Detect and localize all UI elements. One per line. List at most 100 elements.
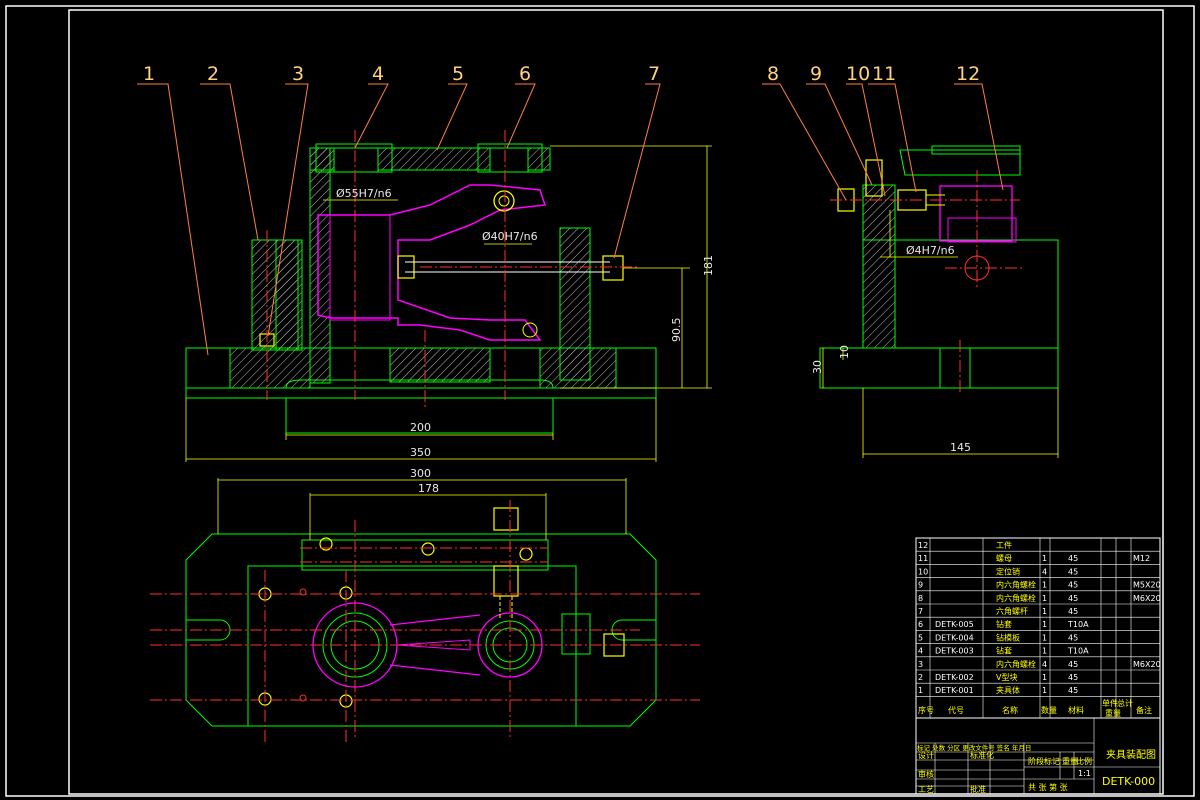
bom-cell-name: 工件: [996, 540, 1012, 550]
width-178-dimension: 178: [418, 482, 439, 495]
bom-cell-qty: 1: [1042, 607, 1047, 616]
side-view: [819, 145, 1059, 395]
bom-cell-code: DETK-001: [935, 686, 974, 695]
width-200-dimension: 200: [410, 421, 431, 434]
bom-cell-note: M6X20: [1133, 660, 1161, 669]
bom-cell-qty: 1: [1042, 673, 1047, 682]
callout-6: 6: [519, 63, 531, 85]
drawing-title: 夹具装配图: [1106, 748, 1156, 761]
bom-cell-qty: 1: [1042, 686, 1047, 695]
bom-cell-material: 45: [1068, 607, 1078, 616]
bom-header-note: 备注: [1136, 705, 1152, 715]
callout-2: 2: [207, 63, 219, 85]
drawing-number: DETK-000: [1102, 775, 1155, 788]
bom-header-material: 材料: [1068, 705, 1084, 715]
bom-cell-no: 7: [918, 607, 923, 616]
bom-table: 12 工件11 螺母 1 45 M1210 定位销 4 459 内六角螺栓 1 45 M5X208 内六角…: [915, 537, 1161, 719]
callout-5: 5: [452, 63, 464, 85]
width-145-dimension: 145: [950, 441, 971, 454]
bom-header-code: 代号: [948, 705, 964, 715]
bom-cell-no: 5: [918, 633, 923, 642]
bom-cell-name: 内六角螺栓: [996, 580, 1036, 590]
bom-cell-material: 45: [1068, 554, 1078, 563]
stage-label: 阶段标记: [1028, 756, 1060, 766]
width-350-dimension: 350: [410, 446, 431, 459]
sheets-label: 共 张 第 张: [1028, 782, 1068, 792]
height-30-dimension: 30: [811, 360, 824, 374]
bom-header-weight: 重量: [1105, 708, 1121, 718]
bom-cell-no: 2: [918, 673, 923, 682]
bom-cell-no: 6: [918, 620, 923, 629]
bom-header-no: 序号: [918, 705, 934, 715]
bom-cell-material: 45: [1068, 673, 1078, 682]
bom-header-qty: 数量: [1041, 705, 1057, 715]
designer-label: 设计: [918, 750, 934, 760]
fit-40-dimension: Ø40H7/n6: [482, 230, 538, 243]
top-view: [150, 500, 700, 745]
bom-cell-code: DETK-002: [935, 673, 974, 682]
bom-cell-name: 夹具体: [996, 685, 1020, 695]
bom-cell-material: 45: [1068, 660, 1078, 669]
callout-10: 10: [846, 63, 870, 85]
bom-cell-no: 12: [918, 541, 928, 550]
bom-cell-no: 8: [918, 594, 923, 603]
width-300-dimension: 300: [410, 467, 431, 480]
bom-cell-qty: 1: [1042, 554, 1047, 563]
bom-cell-qty: 4: [1042, 660, 1047, 669]
callout-8: 8: [767, 63, 779, 85]
bom-cell-no: 9: [918, 581, 923, 590]
callout-4: 4: [372, 63, 384, 85]
bom-cell-no: 1: [918, 686, 923, 695]
callout-11: 11: [872, 63, 896, 85]
scale-value: 1:1: [1078, 769, 1091, 778]
height-10-dimension: 10: [838, 345, 851, 359]
callout-numbers: 1 2 3 4 5 6 7 8 9 10 11 12: [143, 63, 980, 85]
bom-cell-name: 钻套: [996, 619, 1012, 629]
bom-cell-name: 钻套: [996, 646, 1012, 656]
bom-cell-material: 45: [1068, 567, 1078, 576]
bom-header-total-weight: 总计: [1117, 698, 1133, 708]
bom-cell-name: 内六角螺栓: [996, 659, 1036, 669]
bom-cell-qty: 1: [1042, 633, 1047, 642]
standardize-label: 标准化: [970, 750, 994, 760]
bom-cell-no: 11: [918, 554, 928, 563]
bom-cell-no: 3: [918, 660, 923, 669]
bom-cell-name: 螺母: [996, 553, 1012, 563]
callout-9: 9: [810, 63, 822, 85]
callout-1: 1: [143, 63, 155, 85]
bom-cell-qty: 1: [1042, 594, 1047, 603]
scale-label: 比例: [1076, 756, 1092, 766]
bom-cell-code: DETK-004: [935, 633, 974, 642]
bom-cell-name: 定位销: [996, 566, 1020, 576]
callout-3: 3: [292, 63, 304, 85]
bom-cell-qty: 4: [1042, 567, 1047, 576]
assembly-drawing: Ø55H7/n6 Ø40H7/n6 181 90.5 200 350 Ø4H7/…: [5, 5, 1195, 797]
bom-header-unit-weight: 单件: [1102, 698, 1118, 708]
bom-cell-name: 钻模板: [996, 632, 1020, 642]
bom-cell-material: 45: [1068, 581, 1078, 590]
bom-cell-material: T10A: [1067, 647, 1089, 656]
bom-cell-name: 内六角螺栓: [996, 593, 1036, 603]
height-90-5-dimension: 90.5: [670, 318, 683, 343]
bom-cell-no: 4: [918, 647, 923, 656]
bom-cell-material: 45: [1068, 686, 1078, 695]
fit-4-dimension: Ø4H7/n6: [906, 244, 955, 257]
bom-cell-code: DETK-005: [935, 620, 974, 629]
fit-55-dimension: Ø55H7/n6: [336, 187, 392, 200]
callout-12: 12: [956, 63, 980, 85]
bom-cell-qty: 1: [1042, 581, 1047, 590]
bom-cell-name: V型块: [996, 672, 1017, 682]
bom-cell-note: M5X20: [1133, 581, 1161, 590]
front-view: [185, 130, 657, 434]
height-181-dimension: 181: [702, 255, 715, 276]
approve-label: 批准: [970, 784, 986, 794]
bom-cell-no: 10: [918, 567, 928, 576]
bom-cell-qty: 1: [1042, 647, 1047, 656]
title-block: 标记 处数 分区 更改文件号 签名 年月日 设计 标准化 审核 工艺 批准 阶段…: [915, 717, 1161, 795]
bom-cell-code: DETK-003: [935, 647, 974, 656]
bom-cell-note: M12: [1133, 554, 1150, 563]
bom-cell-material: T10A: [1067, 620, 1089, 629]
process-label: 工艺: [918, 785, 934, 794]
bom-cell-qty: 1: [1042, 620, 1047, 629]
bom-cell-note: M6X20: [1133, 594, 1161, 603]
